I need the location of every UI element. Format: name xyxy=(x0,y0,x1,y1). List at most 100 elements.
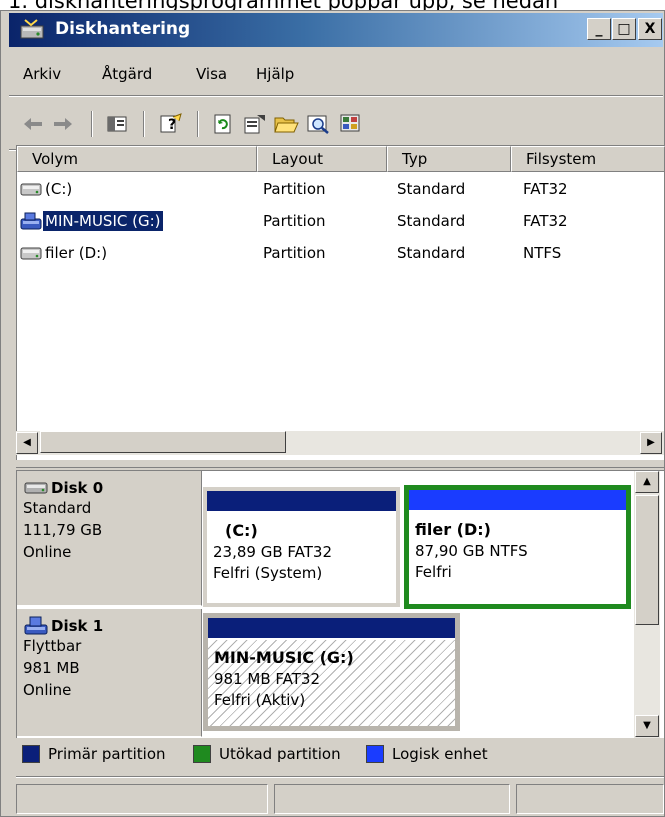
hard-disk-icon xyxy=(24,482,48,494)
toolbar-separator xyxy=(91,111,93,137)
primary-swatch xyxy=(22,745,40,763)
forward-arrow-icon[interactable] xyxy=(49,111,77,137)
menu-separator xyxy=(9,95,663,97)
menu-arkiv[interactable]: Arkiv xyxy=(23,65,61,83)
back-arrow-icon[interactable] xyxy=(19,111,47,137)
volume-type: Standard xyxy=(397,244,466,262)
pane-splitter[interactable] xyxy=(16,460,664,468)
partition-g[interactable]: MIN-MUSIC (G:) 981 MB FAT32 Felfri (Akti… xyxy=(203,613,460,731)
removable-drive-icon xyxy=(20,212,42,230)
disk-0-type: Standard xyxy=(23,499,92,517)
menu-bar: Arkiv Åtgärd Visa Hjälp xyxy=(9,59,663,91)
disk-1-name: Disk 1 xyxy=(23,615,201,637)
open-folder-icon[interactable] xyxy=(273,111,301,137)
disk-1-info[interactable]: Disk 1 Flyttbar 981 MB Online xyxy=(17,609,202,737)
scroll-left-button[interactable]: ◀ xyxy=(16,432,38,454)
partition-status: Felfri xyxy=(415,563,452,581)
status-cell xyxy=(16,784,268,814)
status-cell xyxy=(274,784,510,814)
title-bar[interactable]: Diskhantering _ □ X xyxy=(9,13,663,47)
volume-name: filer (D:) xyxy=(45,244,108,262)
search-icon[interactable] xyxy=(305,111,333,137)
volume-list: Volym Layout Typ Filsystem (C:) Partitio… xyxy=(16,145,665,460)
volume-layout: Partition xyxy=(263,244,326,262)
disk-1-type: Flyttbar xyxy=(23,637,82,655)
primary-partition-bar xyxy=(207,491,396,511)
partition-d-body: filer (D:) 87,90 GB NTFS Felfri xyxy=(409,512,626,584)
scroll-up-button[interactable]: ▲ xyxy=(635,471,659,493)
volume-type: Standard xyxy=(397,180,466,198)
menu-atgard[interactable]: Åtgärd xyxy=(102,65,152,83)
column-header-layout[interactable]: Layout xyxy=(257,146,387,172)
partition-status: Felfri (Aktiv) xyxy=(214,691,306,709)
partition-info: 87,90 GB NTFS xyxy=(415,542,528,560)
logical-drive-bar xyxy=(409,490,626,510)
help-icon[interactable]: ? xyxy=(157,111,185,137)
volume-layout: Partition xyxy=(263,212,326,230)
disk-drive-icon xyxy=(20,183,42,196)
scroll-right-button[interactable]: ▶ xyxy=(640,432,662,454)
properties-icon[interactable] xyxy=(241,111,269,137)
table-row[interactable]: (C:) Partition Standard FAT32 xyxy=(17,174,665,206)
volume-filesystem: FAT32 xyxy=(523,180,568,198)
partition-g-body: MIN-MUSIC (G:) 981 MB FAT32 Felfri (Akti… xyxy=(208,640,455,726)
partition-c-body: (C:) 23,89 GB FAT32 Felfri (System) xyxy=(207,513,396,585)
close-button[interactable]: X xyxy=(638,18,662,40)
volume-name: MIN-MUSIC (G:) xyxy=(43,211,163,231)
status-cell xyxy=(516,784,664,814)
disk-0-info[interactable]: Disk 0 Standard 111,79 GB Online xyxy=(17,471,202,606)
disk-drive-icon xyxy=(20,247,42,260)
extended-swatch xyxy=(193,745,211,763)
volume-layout: Partition xyxy=(263,180,326,198)
toolbar-separator xyxy=(143,111,145,137)
legend: Primär partition Utökad partition Logisk… xyxy=(16,740,664,770)
disk-management-icon xyxy=(20,19,44,39)
svg-text:?: ? xyxy=(168,117,176,133)
table-row[interactable]: MIN-MUSIC (G:) Partition Standard FAT32 xyxy=(17,206,665,238)
disk-1-status: Online xyxy=(23,681,72,699)
horizontal-scrollbar[interactable]: ◀ ▶ xyxy=(16,431,664,455)
scroll-thumb[interactable] xyxy=(40,431,286,453)
logical-swatch xyxy=(366,745,384,763)
disk-1-size: 981 MB xyxy=(23,659,80,677)
partition-d[interactable]: filer (D:) 87,90 GB NTFS Felfri xyxy=(404,485,631,609)
volume-filesystem: FAT32 xyxy=(523,212,568,230)
partition-c[interactable]: (C:) 23,89 GB FAT32 Felfri (System) xyxy=(203,487,400,607)
table-row[interactable]: filer (D:) Partition Standard NTFS xyxy=(17,238,665,270)
maximize-button[interactable]: □ xyxy=(612,18,636,40)
partition-title: (C:) xyxy=(225,521,258,540)
toolbar-separator xyxy=(197,111,199,137)
scroll-down-button[interactable]: ▼ xyxy=(635,715,659,737)
minimize-button[interactable]: _ xyxy=(587,18,611,40)
disk-map-panel: Disk 0 Standard 111,79 GB Online (C:) 23… xyxy=(16,470,664,738)
volume-name: (C:) xyxy=(45,180,73,198)
column-header-type[interactable]: Typ xyxy=(387,146,511,172)
volume-filesystem: NTFS xyxy=(523,244,562,262)
legend-primary: Primär partition xyxy=(22,745,166,763)
partition-info: 23,89 GB FAT32 xyxy=(213,543,332,561)
partition-title: MIN-MUSIC (G:) xyxy=(214,648,354,667)
disk-0-status: Online xyxy=(23,543,72,561)
legend-separator xyxy=(16,776,664,778)
menu-visa[interactable]: Visa xyxy=(196,65,227,83)
partition-title: filer (D:) xyxy=(415,520,491,539)
toolbar: ? xyxy=(9,103,663,147)
list-header: Volym Layout Typ Filsystem xyxy=(17,146,665,172)
legend-logical: Logisk enhet xyxy=(366,745,488,763)
window-title: Diskhantering xyxy=(55,19,191,39)
column-header-filesystem[interactable]: Filsystem xyxy=(511,146,665,172)
refresh-icon[interactable] xyxy=(209,111,237,137)
scroll-thumb[interactable] xyxy=(635,495,659,625)
console-icon[interactable] xyxy=(337,111,365,137)
vertical-scrollbar[interactable]: ▲ ▼ xyxy=(634,471,660,738)
status-bar xyxy=(16,782,664,816)
partition-info: 981 MB FAT32 xyxy=(214,670,320,688)
disk-0-size: 111,79 GB xyxy=(23,521,103,539)
primary-partition-bar xyxy=(208,618,455,638)
partition-status: Felfri (System) xyxy=(213,564,323,582)
menu-hjalp[interactable]: Hjälp xyxy=(256,65,294,83)
volume-type: Standard xyxy=(397,212,466,230)
disk-0-name: Disk 0 xyxy=(23,477,201,499)
show-hide-pane-icon[interactable] xyxy=(103,111,131,137)
column-header-volume[interactable]: Volym xyxy=(17,146,257,172)
